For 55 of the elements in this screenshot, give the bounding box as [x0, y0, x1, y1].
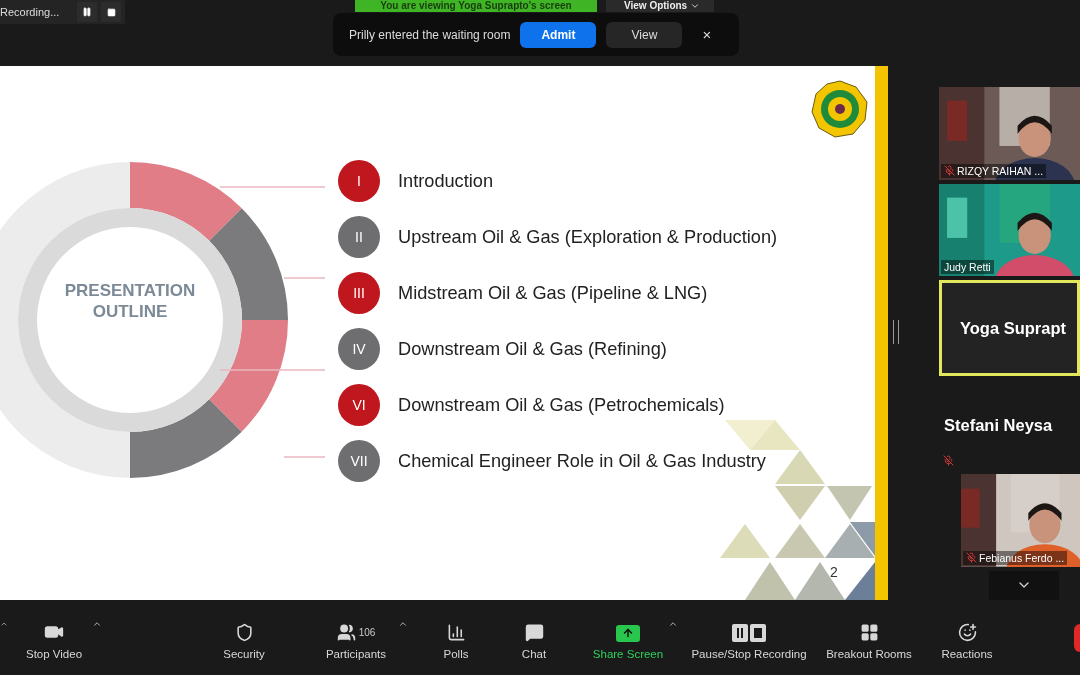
toolbar-button[interactable]: Polls — [434, 609, 478, 666]
numeral-badge: IV — [338, 328, 380, 370]
outline-title: PRESENTATION OUTLINE — [63, 280, 197, 322]
university-emblem-icon — [811, 80, 869, 138]
toolbar-button[interactable]: Stop Video — [18, 609, 90, 666]
recording-status: Recording... — [0, 6, 61, 18]
resize-handle[interactable] — [893, 320, 899, 344]
end-button[interactable] — [1074, 623, 1080, 652]
participant-name: Febianus Ferdo ... — [978, 551, 1065, 564]
bar-chart-icon — [446, 622, 466, 642]
numeral-badge: VI — [338, 384, 380, 426]
toolbar-button[interactable]: Chat — [508, 609, 560, 666]
numeral-badge: VII — [338, 440, 380, 482]
participant-name: Judy Retti — [943, 261, 991, 274]
participant-name: RIZQY RAIHAN ... — [956, 164, 1044, 177]
numeral-badge: I — [338, 160, 380, 202]
pause-stop-icon — [732, 623, 766, 642]
toolbar-button[interactable]: 106 Participants — [316, 609, 396, 666]
stop-icon — [106, 7, 116, 17]
notification-message: Prilly entered the waiting room — [349, 27, 511, 42]
participant-count: 106 — [358, 626, 376, 638]
toolbar-button[interactable]: Share Screen — [590, 609, 666, 666]
outline-item: Downstream Oil & Gas (Petrochemicals) — [398, 394, 725, 416]
view-button[interactable]: View — [606, 21, 683, 48]
leader-line — [283, 456, 326, 458]
outline-item: Downstream Oil & Gas (Refining) — [398, 338, 667, 360]
toolbar-button[interactable]: Reactions — [936, 609, 998, 666]
participant-name: Yoga Suprapt — [958, 318, 1066, 338]
participant-name: Stefani Neysa — [942, 415, 1053, 435]
outline-item: Chemical Engineer Role in Oil & Gas Industry — [398, 450, 766, 472]
leader-line — [283, 277, 326, 279]
pause-button[interactable] — [77, 2, 98, 22]
outline-item: Introduction — [398, 170, 494, 192]
outline-item: Upstream Oil & Gas (Exploration & Production) — [398, 226, 778, 248]
viewing-banner: You are viewing Yoga Suprapto's screen — [355, 0, 597, 12]
scroll-down-button[interactable] — [988, 570, 1059, 600]
toolbar-button[interactable]: Pause/Stop Recording — [686, 609, 812, 666]
pause-icon — [82, 7, 93, 17]
page-number: 2 — [830, 564, 838, 580]
chat-icon — [524, 622, 544, 642]
smiley-icon — [957, 622, 977, 642]
admit-button[interactable]: Admit — [520, 21, 597, 48]
stop-button[interactable] — [101, 2, 122, 22]
toolbar-button[interactable]: Breakout Rooms — [822, 609, 916, 666]
share-screen-icon — [616, 624, 640, 642]
numeral-badge: III — [338, 272, 380, 314]
numeral-badge: II — [338, 216, 380, 258]
chevron-down-icon — [690, 1, 701, 11]
shield-icon — [234, 622, 254, 642]
close-button[interactable]: × — [698, 26, 716, 43]
toolbar-button[interactable]: Security — [212, 609, 276, 666]
view-options-button[interactable]: View Options — [606, 0, 715, 12]
outline-item: Midstream Oil & Gas (Pipeline & LNG) — [398, 282, 708, 304]
people-icon — [336, 622, 356, 642]
grid-icon — [859, 622, 879, 642]
